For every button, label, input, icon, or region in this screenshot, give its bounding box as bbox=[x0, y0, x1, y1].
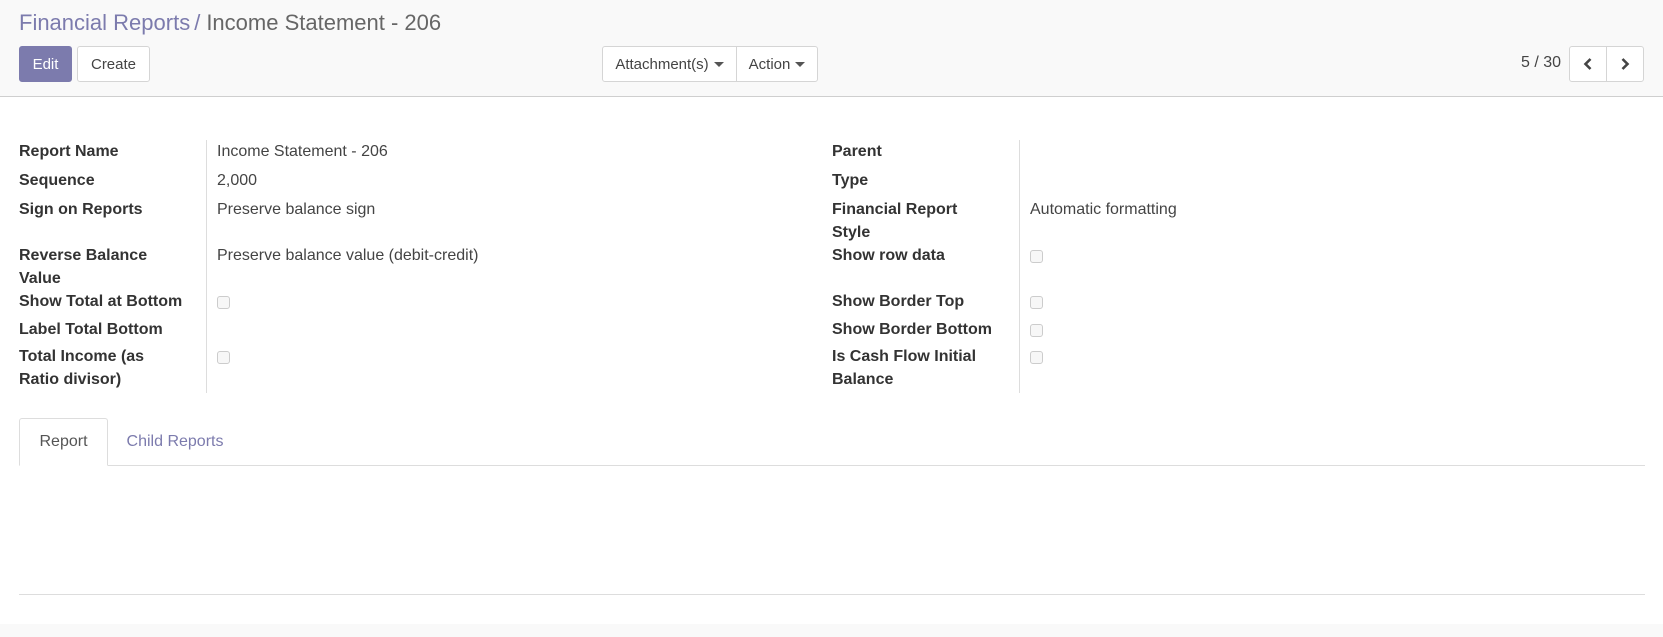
caret-down-icon bbox=[713, 61, 724, 67]
caret-down-icon bbox=[795, 61, 806, 67]
value-financial-report-style: Automatic formatting bbox=[1030, 201, 1177, 218]
checkbox-show-border-bottom[interactable] bbox=[1030, 324, 1043, 337]
checkbox-show-row-data[interactable] bbox=[1030, 250, 1043, 263]
label-parent: Parent bbox=[832, 143, 882, 160]
breadcrumb-current: Income Statement - 206 bbox=[206, 10, 442, 35]
label-show-row-data: Show row data bbox=[832, 247, 945, 264]
attachments-label: Attachment(s) bbox=[615, 55, 709, 73]
label-total-income-ratio-divisor: Total Income (as Ratio divisor) bbox=[19, 348, 145, 388]
label-is-cash-flow-initial-balance: Is Cash Flow Initial Balance bbox=[832, 348, 977, 388]
label-label-total-bottom: Label Total Bottom bbox=[19, 321, 163, 338]
chevron-right-icon bbox=[1621, 58, 1630, 70]
control-panel: Financial Reports / Income Statement - 206… bbox=[0, 0, 1663, 97]
label-sign-on-reports: Sign on Reports bbox=[19, 201, 143, 218]
notebook-tabs: Report Child Reports bbox=[19, 418, 1645, 466]
value-sequence: 2,000 bbox=[217, 172, 258, 189]
chevron-left-icon bbox=[1583, 58, 1592, 70]
edit-button[interactable]: Edit bbox=[19, 46, 72, 82]
pager-value[interactable]: 5 / 30 bbox=[1521, 54, 1561, 72]
label-sequence: Sequence bbox=[19, 172, 95, 189]
tab-child-reports[interactable]: Child Reports bbox=[108, 418, 242, 466]
label-reverse-balance-value: Reverse Balance Value bbox=[19, 247, 148, 287]
checkbox-is-cash-flow-initial-balance[interactable] bbox=[1030, 351, 1043, 364]
checkbox-show-total-at-bottom[interactable] bbox=[217, 296, 230, 309]
form-sheet: Report Name Income Statement - 206 Seque… bbox=[0, 97, 1663, 624]
breadcrumb: Financial Reports / Income Statement - 206 bbox=[19, 9, 441, 37]
tab-report[interactable]: Report bbox=[19, 418, 108, 466]
action-label: Action bbox=[748, 55, 791, 73]
pager-next-button[interactable] bbox=[1606, 46, 1644, 82]
breadcrumb-financial-reports[interactable]: Financial Reports bbox=[19, 10, 190, 35]
value-reverse-balance-value: Preserve balance value (debit-credit) bbox=[217, 247, 479, 264]
action-dropdown[interactable]: Action bbox=[736, 46, 818, 82]
label-report-name: Report Name bbox=[19, 143, 119, 160]
checkbox-show-border-top[interactable] bbox=[1030, 296, 1043, 309]
label-show-total-at-bottom: Show Total at Bottom bbox=[19, 293, 183, 310]
value-sign-on-reports: Preserve balance sign bbox=[217, 201, 376, 218]
create-button[interactable]: Create bbox=[77, 46, 150, 82]
label-show-border-top: Show Border Top bbox=[832, 293, 965, 310]
breadcrumb-separator: / bbox=[194, 10, 201, 35]
label-financial-report-style: Financial Report Style bbox=[832, 201, 958, 241]
column-divider bbox=[206, 140, 207, 393]
attachments-dropdown[interactable]: Attachment(s) bbox=[602, 46, 737, 82]
column-divider bbox=[1019, 140, 1020, 393]
checkbox-total-income-ratio-divisor[interactable] bbox=[217, 351, 230, 364]
tab-pane-divider bbox=[19, 594, 1645, 595]
value-report-name: Income Statement - 206 bbox=[217, 143, 388, 160]
pager-previous-button[interactable] bbox=[1569, 46, 1607, 82]
label-type: Type bbox=[832, 172, 869, 189]
label-show-border-bottom: Show Border Bottom bbox=[832, 321, 992, 338]
